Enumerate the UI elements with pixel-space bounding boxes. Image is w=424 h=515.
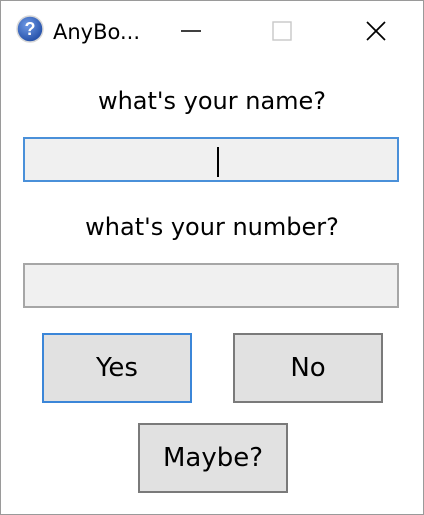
no-button[interactable]: No [233,333,383,403]
yes-button[interactable]: Yes [42,333,192,403]
maximize-icon [272,21,292,41]
window-title: AnyBo... [53,20,141,44]
close-button[interactable] [346,1,406,61]
number-input[interactable] [23,263,399,308]
minimize-button[interactable] [161,1,221,61]
maybe-button[interactable]: Maybe? [138,423,288,493]
name-input[interactable] [23,137,399,182]
text-caret [217,147,219,177]
minimize-icon [181,30,201,32]
close-icon [366,21,386,41]
maximize-button[interactable] [252,1,312,61]
svg-text:?: ? [25,19,36,39]
dialog-window: ? AnyBo... what's your name? what's your… [0,0,424,515]
title-bar[interactable]: ? AnyBo... [1,1,423,61]
help-question-icon: ? [16,15,44,43]
name-label: what's your name? [97,87,327,115]
number-label: what's your number? [85,213,339,241]
